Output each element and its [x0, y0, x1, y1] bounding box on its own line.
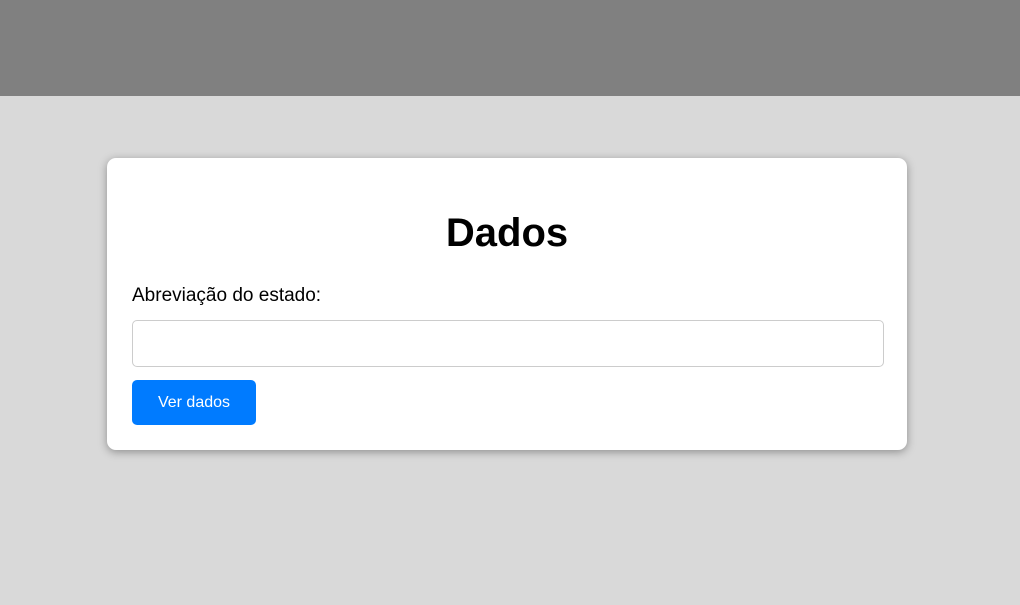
header-bar [0, 0, 1020, 96]
form-card: Dados Abreviação do estado: Ver dados [107, 158, 907, 450]
state-abbreviation-label: Abreviação do estado: [132, 285, 322, 306]
view-data-button[interactable]: Ver dados [132, 380, 256, 425]
page-title: Dados [445, 211, 569, 255]
state-abbreviation-input[interactable] [132, 320, 884, 367]
